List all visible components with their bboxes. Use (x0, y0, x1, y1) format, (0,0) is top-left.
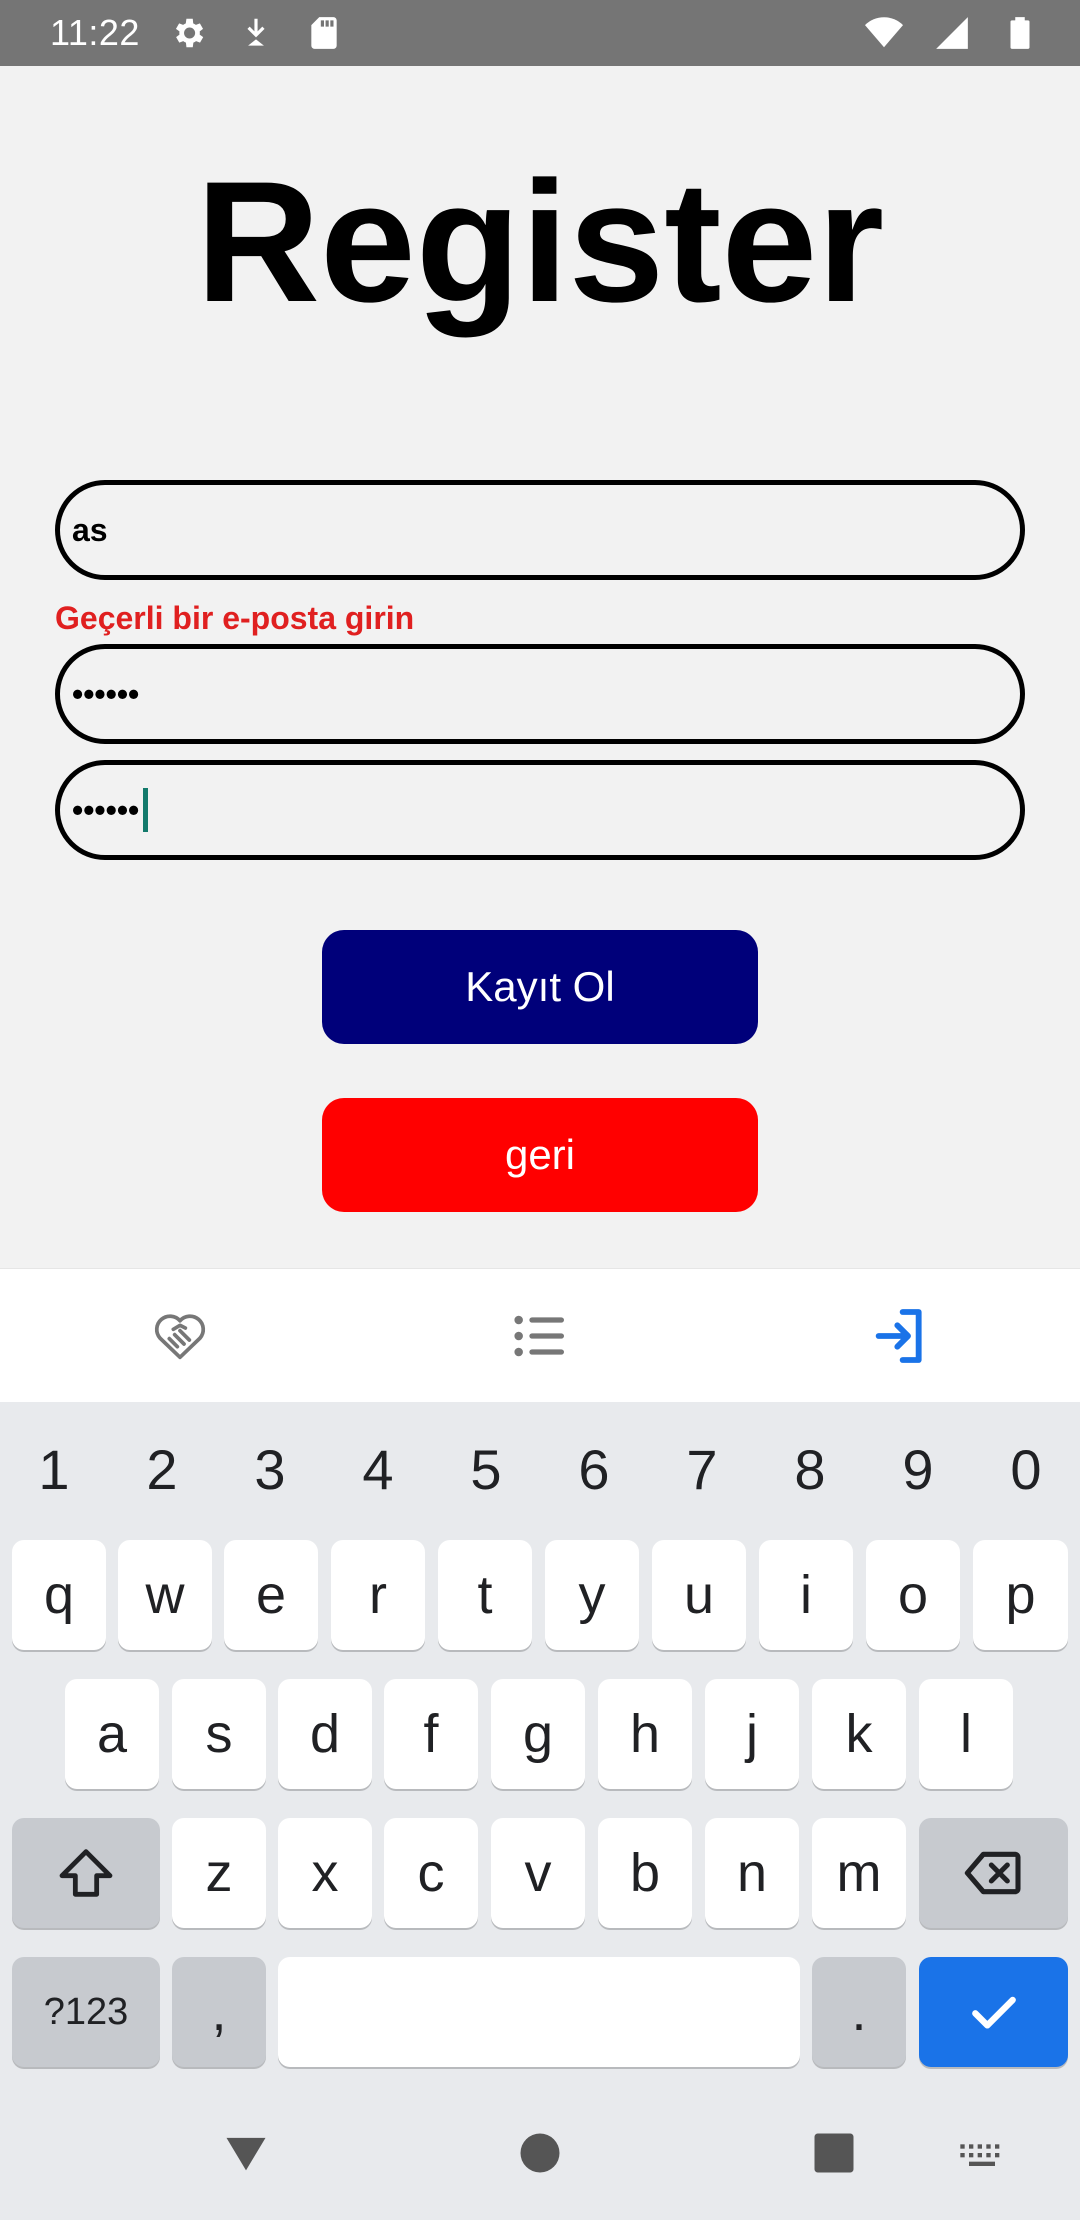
key-8[interactable]: 8 (760, 1437, 860, 1502)
text-cursor (143, 788, 149, 832)
key-4[interactable]: 4 (328, 1437, 428, 1502)
back-button[interactable]: geri (322, 1098, 758, 1212)
key-7[interactable]: 7 (652, 1437, 752, 1502)
period-key[interactable]: . (812, 1957, 906, 2067)
square-recents-icon (814, 2133, 854, 2173)
download-icon (236, 13, 276, 53)
key-l[interactable]: l (919, 1679, 1013, 1789)
bottom-navigation (0, 1268, 1080, 1402)
nav-item-donations[interactable] (120, 1276, 240, 1396)
nav-item-list[interactable] (480, 1276, 600, 1396)
backspace-key[interactable] (919, 1818, 1068, 1928)
shift-icon (59, 1849, 113, 1897)
key-t[interactable]: t (438, 1540, 532, 1650)
key-e[interactable]: e (224, 1540, 318, 1650)
system-navigation-bar (0, 2085, 1080, 2220)
keyboard-number-row: 1 2 3 4 5 6 7 8 9 0 (0, 1424, 1080, 1514)
circle-home-icon (520, 2133, 560, 2173)
symbols-key[interactable]: ?123 (12, 1957, 160, 2067)
gear-icon (168, 13, 208, 53)
key-j[interactable]: j (705, 1679, 799, 1789)
checkmark-icon (971, 1996, 1016, 2029)
confirm-password-field[interactable]: •••••• (55, 760, 1025, 860)
status-right (864, 13, 1040, 53)
home-nav-button[interactable] (510, 2123, 570, 2183)
key-u[interactable]: u (652, 1540, 746, 1650)
sd-card-icon (304, 13, 344, 53)
done-key[interactable] (919, 1957, 1068, 2067)
battery-icon (1000, 13, 1040, 53)
register-button[interactable]: Kayıt Ol (322, 930, 758, 1044)
comma-key[interactable]: , (172, 1957, 266, 2067)
key-i[interactable]: i (759, 1540, 853, 1650)
key-m[interactable]: m (812, 1818, 906, 1928)
email-field[interactable]: as (55, 480, 1025, 580)
key-6[interactable]: 6 (544, 1437, 644, 1502)
key-k[interactable]: k (812, 1679, 906, 1789)
key-0[interactable]: 0 (976, 1437, 1076, 1502)
key-3[interactable]: 3 (220, 1437, 320, 1502)
key-5[interactable]: 5 (436, 1437, 536, 1502)
recents-nav-button[interactable] (804, 2123, 864, 2183)
key-c[interactable]: c (384, 1818, 478, 1928)
key-h[interactable]: h (598, 1679, 692, 1789)
status-left: 11:22 (50, 12, 344, 54)
confirm-password-field-value: •••••• (72, 791, 140, 828)
key-w[interactable]: w (118, 1540, 212, 1650)
key-b[interactable]: b (598, 1818, 692, 1928)
page-title: Register (195, 146, 885, 338)
login-icon (875, 1308, 922, 1363)
backspace-icon (964, 1851, 1021, 1895)
nav-item-login[interactable] (840, 1276, 960, 1396)
key-y[interactable]: y (545, 1540, 639, 1650)
key-n[interactable]: n (705, 1818, 799, 1928)
key-r[interactable]: r (331, 1540, 425, 1650)
key-o[interactable]: o (866, 1540, 960, 1650)
keyboard-switch-button[interactable] (952, 2123, 1012, 2183)
soft-keyboard: 1 2 3 4 5 6 7 8 9 0 q w e r t y u i o p … (0, 1402, 1080, 2085)
handshake-heart-icon (154, 1313, 206, 1359)
key-9[interactable]: 9 (868, 1437, 968, 1502)
key-f[interactable]: f (384, 1679, 478, 1789)
status-bar: 11:22 (0, 0, 1080, 66)
register-screen: Register as Geçerli bir e-posta girin ••… (0, 66, 1080, 1268)
key-z[interactable]: z (172, 1818, 266, 1928)
signal-icon (932, 13, 972, 53)
shift-key[interactable] (12, 1818, 160, 1928)
back-nav-button[interactable] (216, 2123, 276, 2183)
email-error-message: Geçerli bir e-posta girin (55, 600, 415, 636)
status-time: 11:22 (50, 12, 140, 53)
space-key[interactable] (278, 1957, 800, 2067)
wifi-icon (864, 13, 904, 53)
screen: 11:22 Register as Geçerli bir e-posta gi… (0, 0, 1080, 2220)
key-d[interactable]: d (278, 1679, 372, 1789)
triangle-back-icon (226, 2137, 266, 2171)
password-field-value: •••••• (72, 675, 140, 712)
key-1[interactable]: 1 (4, 1437, 104, 1502)
keyboard-icon (960, 2144, 1000, 2166)
password-field[interactable]: •••••• (55, 644, 1025, 744)
key-g[interactable]: g (491, 1679, 585, 1789)
list-icon (514, 1315, 564, 1356)
email-field-value: as (72, 511, 108, 548)
key-x[interactable]: x (278, 1818, 372, 1928)
key-a[interactable]: a (65, 1679, 159, 1789)
key-v[interactable]: v (491, 1818, 585, 1928)
key-2[interactable]: 2 (112, 1437, 212, 1502)
key-q[interactable]: q (12, 1540, 106, 1650)
key-s[interactable]: s (172, 1679, 266, 1789)
key-p[interactable]: p (973, 1540, 1068, 1650)
